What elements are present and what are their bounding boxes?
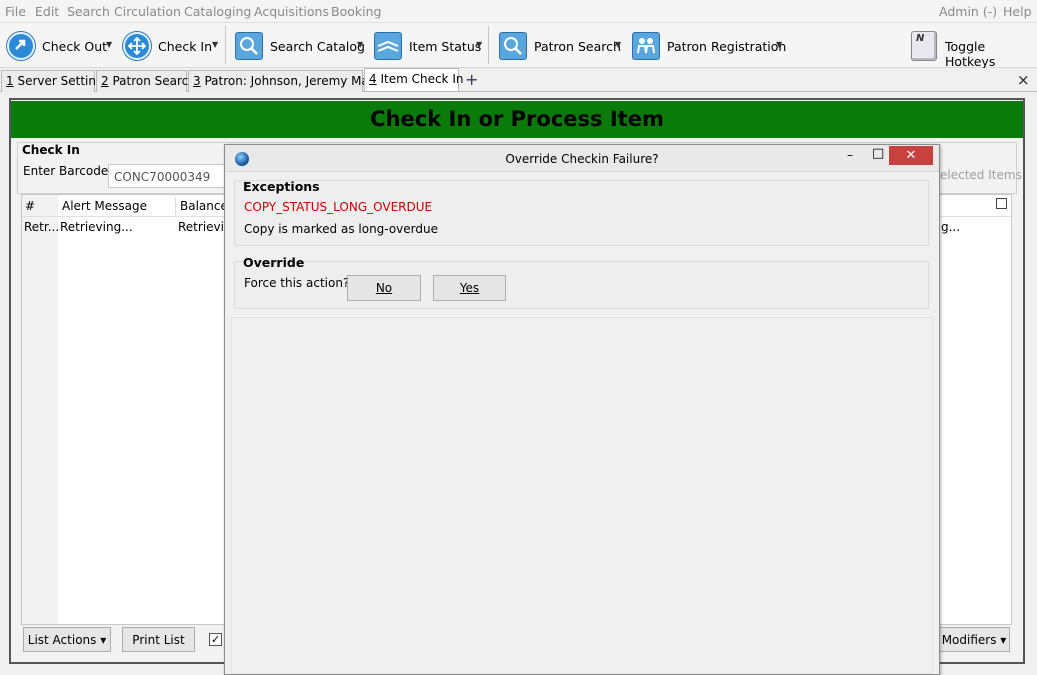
menu-admin[interactable]: Admin (-) xyxy=(939,4,997,19)
search-catalog-button[interactable]: Search Catalog xyxy=(270,39,365,54)
row-cell-number[interactable]: Retr... xyxy=(24,220,59,234)
list-actions-button[interactable]: List Actions ▾ xyxy=(23,627,111,652)
tab-server-settings[interactable]: 1 Server Settings xyxy=(1,70,110,92)
check-out-icon[interactable] xyxy=(7,32,35,60)
modifiers-button[interactable]: Modifiers ▾ xyxy=(938,627,1010,652)
tab-number: 3 xyxy=(193,74,201,88)
override-dialog: Override Checkin Failure? – □ ✕ Exceptio… xyxy=(224,144,940,675)
dialog-body xyxy=(231,317,933,674)
close-tab-button[interactable]: × xyxy=(1017,71,1030,89)
print-list-button[interactable]: Print List xyxy=(122,627,195,652)
menu-circulation[interactable]: Circulation xyxy=(114,4,181,19)
patron-registration-dropdown-icon[interactable]: ▼ xyxy=(776,40,782,49)
list-actions-label: List Actions xyxy=(27,633,97,647)
force-action-label: Force this action? xyxy=(244,276,350,290)
menu-help[interactable]: Help xyxy=(1003,4,1032,19)
patron-registration-icon[interactable] xyxy=(632,32,660,60)
search-catalog-dropdown-icon[interactable]: ▼ xyxy=(357,40,363,49)
check-in-legend: Check In xyxy=(22,143,80,157)
yes-button[interactable]: Yes xyxy=(433,275,506,301)
row-cell-right[interactable]: g... xyxy=(941,220,960,234)
row-number-column xyxy=(22,195,58,624)
tab-label: Item Check In xyxy=(376,72,464,86)
item-status-button[interactable]: Item Status xyxy=(409,39,481,54)
close-icon[interactable]: ✕ xyxy=(889,146,933,165)
dialog-title: Override Checkin Failure? xyxy=(505,152,659,166)
column-divider xyxy=(175,197,176,215)
menu-file[interactable]: File xyxy=(5,4,26,19)
minimize-icon[interactable]: – xyxy=(847,148,853,162)
add-tab-button[interactable]: + xyxy=(465,70,478,89)
exceptions-legend: Exceptions xyxy=(243,179,320,194)
toolbar-separator xyxy=(225,26,226,64)
tab-label: Patron: Johnson, Jeremy Mark xyxy=(200,74,381,88)
search-catalog-icon[interactable] xyxy=(235,32,263,60)
row-cell-alert[interactable]: Retrieving... xyxy=(60,220,133,234)
tab-number: 2 xyxy=(101,74,109,88)
menu-edit[interactable]: Edit xyxy=(35,4,59,19)
toolbar-separator xyxy=(488,26,489,64)
column-header-balance[interactable]: Balance xyxy=(180,199,228,213)
tab-patron-johnson[interactable]: 3 Patron: Johnson, Jeremy Mark xyxy=(188,70,381,92)
patron-search-button[interactable]: Patron Search xyxy=(534,39,621,54)
no-label: No xyxy=(375,281,393,295)
maximize-icon[interactable]: □ xyxy=(872,146,884,161)
barcode-label: Enter Barcode: xyxy=(23,164,113,178)
dialog-title-bar[interactable]: Override Checkin Failure? – □ ✕ xyxy=(225,145,939,172)
patron-search-icon[interactable] xyxy=(499,32,527,60)
barcode-input[interactable]: CONC70000349 xyxy=(108,164,228,188)
check-out-button[interactable]: Check Out xyxy=(42,39,107,54)
menu-booking[interactable]: Booking xyxy=(331,4,381,19)
check-in-dropdown-icon[interactable]: ▼ xyxy=(212,40,218,49)
tab-patron-search[interactable]: 2 Patron Search xyxy=(96,70,196,92)
item-status-icon[interactable] xyxy=(374,32,402,60)
menu-acquisitions[interactable]: Acquisitions xyxy=(254,4,329,19)
column-header-number[interactable]: # xyxy=(25,199,35,213)
tab-number: 4 xyxy=(369,72,377,86)
yes-label: Yes xyxy=(459,281,480,295)
toggle-hotkeys-button[interactable]: Toggle Hotkeys xyxy=(945,39,1037,69)
item-status-dropdown-icon[interactable]: ▼ xyxy=(476,40,482,49)
check-in-button[interactable]: Check In xyxy=(158,39,212,54)
column-header-alert-message[interactable]: Alert Message xyxy=(62,199,147,213)
exception-description: Copy is marked as long-overdue xyxy=(244,222,438,236)
tab-item-check-in[interactable]: 4 Item Check In xyxy=(364,68,463,91)
patron-search-dropdown-icon[interactable]: ▼ xyxy=(615,40,621,49)
no-button[interactable]: No xyxy=(347,275,421,301)
exception-code: COPY_STATUS_LONG_OVERDUE xyxy=(244,200,433,214)
page-title: Check In or Process Item xyxy=(11,101,1023,138)
key-letter: N xyxy=(916,33,925,44)
check-out-dropdown-icon[interactable]: ▼ xyxy=(106,40,112,49)
barcode-value: CONC70000349 xyxy=(114,170,211,184)
print-list-label: Print List xyxy=(132,633,185,647)
keyboard-key-icon[interactable]: N xyxy=(911,31,937,61)
selected-items-label[interactable]: elected Items xyxy=(940,168,1022,182)
tab-label: Patron Search xyxy=(108,74,196,88)
menu-search[interactable]: Search xyxy=(67,4,110,19)
override-legend: Override xyxy=(243,255,305,270)
menu-cataloging[interactable]: Cataloging xyxy=(184,4,251,19)
patron-registration-button[interactable]: Patron Registration xyxy=(667,39,786,54)
check-in-icon[interactable] xyxy=(123,32,151,60)
modifiers-label: Modifiers xyxy=(941,633,997,647)
tab-number: 1 xyxy=(6,74,14,88)
option-checkbox[interactable]: ✓ xyxy=(209,633,222,646)
column-picker-icon[interactable] xyxy=(996,198,1007,209)
